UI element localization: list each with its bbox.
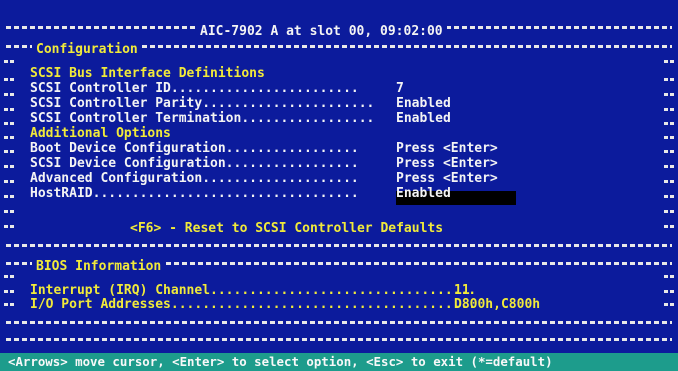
bios-info-section-label: BIOS Information: [36, 259, 162, 274]
info-label: I/O Port Addresses: [30, 297, 171, 312]
menu-item-advanced-configuration[interactable]: Advanced Configuration..................…: [30, 171, 359, 186]
io-port-addresses-row: I/O Port Addresses......................…: [30, 297, 476, 312]
edge-mark: [664, 122, 674, 125]
edge-mark: [664, 180, 674, 183]
footer-divider: [6, 338, 672, 341]
configuration-label-box: Configuration: [32, 38, 142, 57]
menu-item-label: SCSI Controller Parity: [30, 96, 203, 111]
menu-item-scsi-device-configuration[interactable]: SCSI Device Configuration...............…: [30, 156, 359, 171]
menu-item-hostraid[interactable]: HostRAID................................…: [30, 186, 359, 201]
bios-info-label-box: BIOS Information: [32, 255, 166, 274]
status-bar: <Arrows> move cursor, <Enter> to select …: [0, 353, 678, 371]
edge-mark: [4, 108, 14, 111]
advanced-configuration-value[interactable]: Press <Enter>: [396, 171, 498, 186]
menu-item-label: HostRAID: [30, 186, 93, 201]
reset-defaults-option[interactable]: <F6> - Reset to SCSI Controller Defaults: [130, 221, 443, 236]
scsi-controller-parity-value[interactable]: Enabled: [396, 96, 451, 111]
menu-item-label: SCSI Device Configuration: [30, 156, 226, 171]
edge-mark: [664, 108, 674, 111]
edge-mark: [4, 150, 14, 153]
menu-item-scsi-controller-termination[interactable]: SCSI Controller Termination.............…: [30, 111, 374, 126]
edge-mark: [664, 165, 674, 168]
edge-mark: [4, 78, 14, 81]
edge-mark: [4, 93, 14, 96]
edge-mark: [664, 290, 674, 293]
info-label: Interrupt (IRQ) Channel: [30, 283, 211, 298]
edge-mark: [4, 225, 14, 228]
configuration-section-label: Configuration: [36, 42, 138, 57]
dot-leader: .................: [225, 141, 359, 156]
interrupt-channel-row: Interrupt (IRQ) Channel.................…: [30, 283, 476, 298]
io-port-addresses-value: D800h,C800h: [454, 297, 541, 312]
menu-item-label: Advanced Configuration: [30, 171, 203, 186]
edge-mark: [664, 210, 674, 213]
edge-mark: [664, 150, 674, 153]
dot-leader: ..................................: [210, 283, 477, 298]
edge-mark: [4, 275, 14, 278]
boot-device-configuration-value[interactable]: Press <Enter>: [396, 141, 498, 156]
edge-mark: [664, 275, 674, 278]
edge-mark: [4, 60, 14, 63]
header-title-box: AIC-7902 A at slot 00, 09:02:00: [196, 20, 447, 39]
dot-leader: .................: [225, 156, 359, 171]
scsi-controller-id-value[interactable]: 7: [396, 81, 404, 96]
edge-mark: [4, 165, 14, 168]
edge-mark: [4, 136, 14, 139]
menu-item-label: SCSI Controller ID: [30, 81, 171, 96]
edge-mark: [664, 93, 674, 96]
edge-mark: [664, 136, 674, 139]
dot-leader: .......................................: [170, 297, 477, 312]
edge-mark: [4, 290, 14, 293]
edge-mark: [664, 78, 674, 81]
edge-mark: [664, 225, 674, 228]
edge-mark: [664, 195, 674, 198]
scsi-device-configuration-value[interactable]: Press <Enter>: [396, 156, 498, 171]
dot-leader: ..................................: [92, 186, 359, 201]
header-title: AIC-7902 A at slot 00, 09:02:00: [200, 24, 443, 39]
menu-item-scsi-controller-parity[interactable]: SCSI Controller Parity..................…: [30, 96, 374, 111]
edge-mark: [4, 122, 14, 125]
scsi-bus-heading: SCSI Bus Interface Definitions: [30, 66, 265, 81]
menu-item-label: SCSI Controller Termination: [30, 111, 242, 126]
bios-bottom-divider: [6, 321, 672, 324]
menu-item-boot-device-configuration[interactable]: Boot Device Configuration...............…: [30, 141, 359, 156]
dot-leader: .................: [241, 111, 375, 126]
interrupt-channel-value: 11: [454, 283, 470, 298]
edge-mark: [4, 210, 14, 213]
edge-mark: [4, 195, 14, 198]
edge-mark: [4, 303, 14, 306]
status-bar-text: <Arrows> move cursor, <Enter> to select …: [8, 354, 553, 369]
menu-item-label: Boot Device Configuration: [30, 141, 226, 156]
edge-mark: [664, 303, 674, 306]
additional-options-heading: Additional Options: [30, 126, 171, 141]
dot-leader: ....................: [202, 171, 359, 186]
edge-mark: [664, 60, 674, 63]
dot-leader: ......................: [202, 96, 375, 111]
edge-mark: [4, 180, 14, 183]
menu-item-scsi-controller-id[interactable]: SCSI Controller ID......................…: [30, 81, 359, 96]
bios-top-divider: [6, 244, 672, 247]
dot-leader: ........................: [170, 81, 359, 96]
hostraid-value[interactable]: Enabled: [396, 186, 451, 201]
scsi-controller-termination-value[interactable]: Enabled: [396, 111, 451, 126]
bios-setup-screen: AIC-7902 A at slot 00, 09:02:00 Configur…: [0, 0, 678, 371]
